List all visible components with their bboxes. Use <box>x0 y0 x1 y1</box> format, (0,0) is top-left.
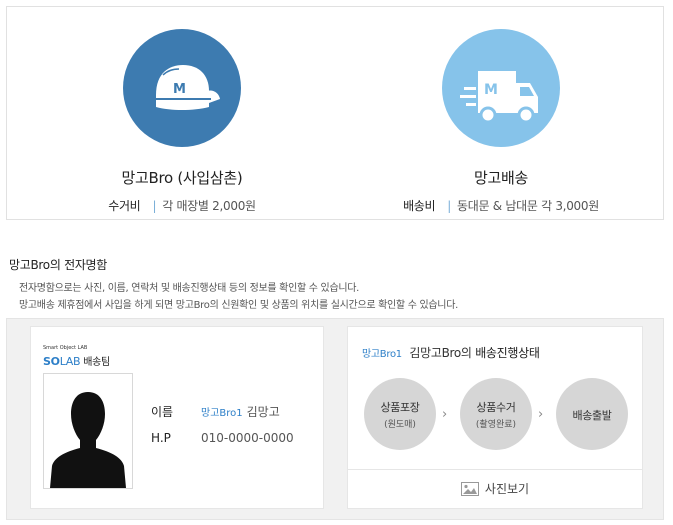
service-mangobaesong: M 망고배송 배송비 | 동대문 & 남대문 각 3,000원 <box>351 7 651 214</box>
brand-lab: LAB <box>59 355 81 368</box>
phone-value: 010-0000-0000 <box>201 431 294 445</box>
services-panel: M 망고Bro (사입삼촌) 수거비 | 각 매장별 2,000원 M 망고배송 배… <box>6 6 664 220</box>
section-description: 전자명함으로는 사진, 이름, 연락처 및 배송진행상태 등의 정보를 확인할 … <box>19 283 360 294</box>
fee-detail: 동대문 & 남대문 각 3,000원 <box>457 199 599 213</box>
status-title-bold: 배송진행상태 <box>475 346 540 360</box>
truck-icon: M <box>442 29 560 147</box>
step-departure: 배송출발 <box>556 378 628 450</box>
brand-tagline: Smart Object LAB <box>43 345 88 351</box>
person-silhouette-icon <box>50 392 126 488</box>
service-fee: 수거비 | 각 매장별 2,000원 <box>32 197 332 214</box>
brand-logo: SOLAB 배송팀 <box>43 353 110 368</box>
status-title: 망고Bro1 김망고Bro의 배송진행상태 <box>362 344 540 361</box>
profile-photo <box>43 373 133 489</box>
fee-separator: | <box>152 199 157 213</box>
step-label: 상품포장 <box>380 401 420 414</box>
step-label: 상품수거 <box>476 401 516 414</box>
service-mangobro: M 망고Bro (사입삼촌) 수거비 | 각 매장별 2,000원 <box>32 7 332 214</box>
view-photo-button[interactable]: 사진보기 <box>348 470 642 508</box>
fee-separator: | <box>447 199 452 213</box>
bro-badge: 망고Bro1 <box>362 349 402 360</box>
step-pickup: 상품수거 (촬영완료) <box>460 378 532 450</box>
business-card: Smart Object LAB SOLAB 배송팀 이름 망고Bro1 김망고 H… <box>30 326 324 509</box>
section-title: 망고Bro의 전자명함 <box>9 258 108 272</box>
view-photo-label: 사진보기 <box>484 482 530 496</box>
section-description: 망고배송 제휴점에서 사입을 하게 되면 망고Bro의 신원확인 및 상품의 위… <box>19 300 458 311</box>
name-label: 이름 <box>151 405 174 419</box>
chevron-right-icon: › <box>442 407 448 422</box>
cap-icon: M <box>123 29 241 147</box>
step-label: 배송출발 <box>572 409 612 422</box>
svg-text:M: M <box>173 82 186 97</box>
name-value: 망고Bro1 김망고 <box>201 403 280 420</box>
service-title: 망고Bro (사입삼촌) <box>121 169 243 187</box>
phone-label: H.P <box>151 431 171 445</box>
status-title-name: 김망고Bro의 <box>409 346 472 360</box>
chevron-right-icon: › <box>538 407 544 422</box>
step-sublabel: (촬영완료) <box>475 420 517 430</box>
service-fee: 배송비 | 동대문 & 남대문 각 3,000원 <box>351 197 651 214</box>
brand-so: SO <box>43 355 60 368</box>
image-icon <box>460 481 479 496</box>
fee-label: 배송비 <box>403 199 436 213</box>
step-packing: 상품포장 (원도매) <box>364 378 436 450</box>
brand-team: 배송팀 <box>83 357 110 368</box>
fee-label: 수거비 <box>108 199 141 213</box>
name-text: 김망고 <box>246 405 280 419</box>
fee-detail: 각 매장별 2,000원 <box>162 199 256 213</box>
delivery-status-card: 망고Bro1 김망고Bro의 배송진행상태 상품포장 (원도매) › 상품수거 … <box>347 326 643 509</box>
svg-text:M: M <box>484 82 498 98</box>
step-sublabel: (원도매) <box>384 420 416 430</box>
bro-badge: 망고Bro1 <box>201 408 243 419</box>
service-title: 망고배송 <box>473 169 528 187</box>
